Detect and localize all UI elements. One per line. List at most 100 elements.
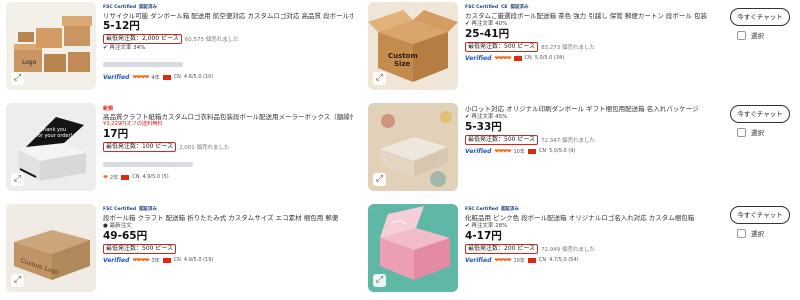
product-image[interactable]: ⤢ [368, 204, 458, 292]
supplier-score: 5.0/5.0 (34) [534, 55, 565, 61]
expand-icon[interactable]: ⤢ [11, 274, 24, 287]
supplier-years: 10年 [513, 148, 525, 155]
product-info: FSC Certified 認証済み 段ボール箱 クラフト 配送箱 折りたたみ式… [103, 204, 353, 265]
fsc-badge: FSC Certified [465, 4, 499, 10]
blurred-text [103, 62, 183, 67]
image-text-size: Size [394, 60, 411, 68]
reorder-rate: 再注文率 45% [471, 114, 508, 120]
moq-row: 最低発注数：200 ピース 72,949 個売れました [465, 243, 715, 254]
select-checkbox[interactable] [737, 228, 746, 238]
fsc-badge: FSC Certified [103, 206, 137, 212]
image-text-order: for your order! [36, 133, 73, 139]
moq-highlight: 最低発注数：2,000 ピース [103, 33, 182, 44]
star-icon: ❤❤❤❤ [494, 147, 511, 155]
product-image[interactable]: Custom Size ⤢ [368, 2, 458, 90]
expand-icon[interactable]: ⤢ [373, 72, 386, 85]
sold-count: 72,949 個売れました [541, 246, 596, 253]
sold-count: 2,001 個売れました [179, 144, 230, 151]
product-info: FSC Certified 認証済み リサイクル可能 ダンボール箱 配送用 航空… [103, 2, 353, 82]
check-icon: ✔ [465, 21, 470, 27]
sold-count: 83,273 個売れました [541, 44, 596, 51]
product-title[interactable]: 化粧品用 ピンク色 段ボール配送箱 オリジナルロゴ名入れ対応 カスタム梱包箱 [465, 214, 715, 222]
product-price: 17円 [103, 128, 129, 140]
expand-icon[interactable]: ⤢ [373, 274, 386, 287]
product-title[interactable]: リサイクル可能 ダンボール箱 配送用 航空便対応 カスタムロゴ対応 高品質 段ボ… [103, 12, 353, 20]
fsc-badge: FSC Certified [103, 4, 137, 10]
verified-badge: 認証済み [139, 5, 158, 10]
reorder-rate-row: ✔ 再注文率 28% [465, 222, 715, 230]
country-code: CN [538, 148, 547, 154]
expand-icon[interactable]: ⤢ [11, 72, 24, 85]
verified-label: Verified [465, 54, 492, 62]
product-image[interactable]: Thank you for your order! ⤢ [6, 103, 96, 191]
star-icon: ❤❤❤❤ [132, 73, 149, 81]
latest-order: 最新注文 [109, 223, 132, 229]
product-info: 小ロット対応 オリジナル印刷ダンボール ギフト梱包用配送箱 名入れパッケージ ✔… [465, 103, 715, 156]
reorder-rate: 再注文率 34% [109, 45, 146, 51]
select-option[interactable]: 選択 [737, 30, 764, 40]
chat-now-button[interactable]: 今すぐチャット [730, 8, 790, 26]
country-code: CN [173, 257, 181, 263]
product-card[interactable]: ⤢ FSC Certified 認証済み 化粧品用 ピンク色 段ボール配送箱 オ… [368, 204, 798, 299]
star-icon: ❤❤❤❤ [494, 256, 511, 264]
supplier-row: ❤ 2年 CN 4.9/5.0 (5) [103, 172, 353, 182]
product-image[interactable]: Logo ⤢ [6, 2, 96, 90]
product-price: 4-17円 [465, 230, 502, 242]
verified-badge: 認証済み [139, 207, 158, 212]
moq-highlight: 最低発注数：200 ピース [465, 243, 539, 254]
product-price: 49-65円 [103, 230, 148, 242]
product-title[interactable]: カスタムご厳選段ボール配送箱 茶色 強力 引越し 保管 郵便カートン 段ボール … [465, 12, 715, 20]
supplier-score: 4.7/5.0 (54) [549, 257, 579, 263]
select-checkbox[interactable] [737, 30, 746, 40]
chat-now-button[interactable]: 今すぐチャット [730, 105, 790, 123]
certification-badges: FSC Certified 認証済み [465, 204, 715, 214]
certification-badges: FSC Certified 認証済み [103, 2, 353, 12]
supplier-years: 2年 [110, 174, 119, 181]
product-image[interactable]: ⤢ [368, 103, 458, 191]
product-title[interactable]: 段ボール箱 クラフト 配送箱 折りたたみ式 カスタムサイズ エコ素材 梱包用 郵… [103, 214, 353, 222]
moq-row: 最低発注数：500 ピース [103, 243, 353, 254]
product-card[interactable]: Custom Size ⤢ FSC Certified CE 認証済み カスタム… [368, 2, 798, 97]
supplier-row: Verified ❤❤❤❤ 3年 CN 4.9/5.0 (19) [103, 255, 353, 265]
image-text-custom: Custom [388, 52, 418, 60]
verified-label: Verified [103, 256, 130, 264]
product-card[interactable]: Thank you for your order! ⤢ 新規 高品質クラフト紙箱… [6, 103, 356, 198]
dot-icon: ● [103, 223, 108, 229]
select-checkbox[interactable] [737, 127, 746, 137]
latest-order-row: ● 最新注文 [103, 222, 353, 230]
product-card[interactable]: Custom Logo ⤢ FSC Certified 認証済み 段ボール箱 ク… [6, 204, 356, 299]
product-info: FSC Certified 認証済み 化粧品用 ピンク色 段ボール配送箱 オリジ… [465, 204, 715, 265]
supplier-years: 4年 [151, 74, 160, 81]
product-card[interactable]: Logo ⤢ FSC Certified 認証済み リサイクル可能 ダンボール箱… [6, 2, 356, 97]
verified-badge: 認証済み [501, 207, 520, 212]
country-code: CN [538, 257, 547, 263]
expand-icon[interactable]: ⤢ [11, 173, 24, 186]
reorder-rate: 再注文率 28% [471, 223, 508, 229]
check-icon: ✔ [465, 223, 470, 229]
chat-now-button[interactable]: 今すぐチャット [730, 206, 790, 224]
new-badge: 新規 [103, 105, 114, 112]
reorder-rate-row: ✔ 再注文率 40% [465, 20, 715, 28]
moq-row: 最低発注数：2,000 ピース 60,575 個売れました [103, 33, 353, 44]
product-card[interactable]: ⤢ 小ロット対応 オリジナル印刷ダンボール ギフト梱包用配送箱 名入れパッケージ… [368, 103, 798, 198]
verified-badge: 認証済み [510, 5, 529, 10]
china-flag-icon [121, 174, 130, 180]
supplier-years: 10年 [513, 257, 525, 264]
country-code: CN [173, 74, 181, 80]
expand-icon[interactable]: ⤢ [373, 173, 386, 186]
china-flag-icon [162, 74, 171, 80]
product-price: 5-12円 [103, 20, 140, 32]
select-option[interactable]: 選択 [737, 127, 764, 137]
product-image[interactable]: Custom Logo ⤢ [6, 204, 96, 292]
china-flag-icon [527, 257, 536, 263]
moq-highlight: 最低発注数：500 ピース [103, 243, 177, 254]
sold-count: 60,575 個売れました [184, 36, 239, 43]
select-option[interactable]: 選択 [737, 228, 764, 238]
product-price: 25-41円 [465, 28, 510, 40]
country-code: CN [524, 55, 532, 61]
product-title[interactable]: 高品質クラフト紙箱カスタムロゴ衣料品包装段ボール配送用メーラーボックス（額縁付き… [103, 113, 353, 121]
product-title[interactable]: 小ロット対応 オリジナル印刷ダンボール ギフト梱包用配送箱 名入れパッケージ [465, 105, 715, 113]
supplier-row: Verified ❤❤❤❤ CN 5.0/5.0 (34) [465, 53, 715, 63]
supplier-row: Verified ❤❤❤❤ 10年 CN 4.7/5.0 (54) [465, 255, 715, 265]
sold-count: 72,347 個売れました [541, 137, 596, 144]
